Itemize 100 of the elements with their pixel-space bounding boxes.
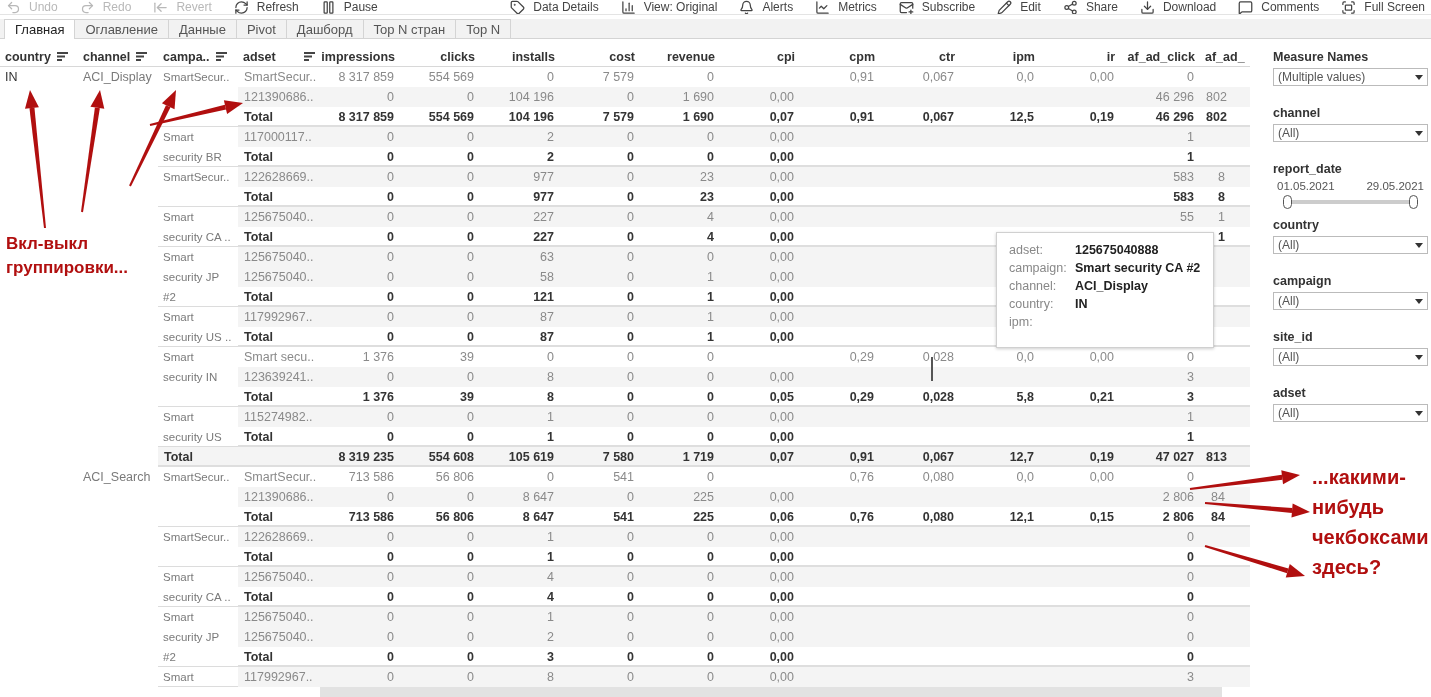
- sheet-tab[interactable]: Данные: [167, 19, 237, 38]
- toolbar-button[interactable]: Subscribe: [898, 0, 976, 14]
- toolbar-button[interactable]: Alerts: [739, 0, 794, 14]
- toolbar-button[interactable]: Comments: [1238, 0, 1320, 14]
- sheet-tab[interactable]: Главная: [4, 19, 76, 39]
- filter-dropdown[interactable]: (All): [1273, 236, 1428, 254]
- toolbar-button[interactable]: Refresh: [233, 0, 299, 14]
- table-cell-text: 1 719: [681, 449, 715, 466]
- table-cell-text: 0,00: [768, 269, 795, 286]
- table-cell-text: 0: [706, 569, 715, 586]
- toolbar-button[interactable]: Data Details: [510, 0, 599, 14]
- table-cell-text: 12,7: [1008, 449, 1035, 466]
- table-cell-text: 0,00: [768, 549, 795, 566]
- table-cell-text: 0: [466, 189, 475, 206]
- table-cell-text: 0,21: [1088, 389, 1115, 406]
- column-header-text: country: [5, 49, 51, 64]
- table-cell-text: 802: [1205, 109, 1228, 126]
- table-cell-text: 0,91: [848, 109, 875, 126]
- table-cell-text: 0: [386, 249, 395, 266]
- filter-dropdown[interactable]: (Multiple values): [1273, 68, 1428, 86]
- toolbar-button[interactable]: Pause: [320, 0, 378, 14]
- table-cell-text: 8: [546, 669, 555, 686]
- tooltip-label: channel:: [1009, 279, 1058, 295]
- filter-dropdown[interactable]: (All): [1273, 404, 1428, 422]
- slider-thumb[interactable]: [1409, 195, 1418, 209]
- table-cell-text: 125675040..: [243, 629, 315, 646]
- table-cell-text: 0,00: [768, 429, 795, 446]
- table-cell-text: 55: [1179, 209, 1195, 226]
- caret-icon: [1415, 410, 1423, 416]
- sort-icon[interactable]: [215, 52, 227, 61]
- sheet-tab[interactable]: Top N стран: [362, 19, 457, 38]
- table-cell-text: 3: [546, 649, 555, 666]
- table-cell-text: 0: [626, 569, 635, 586]
- slider-thumb[interactable]: [1283, 195, 1292, 209]
- filter-label: site_id: [1273, 329, 1314, 345]
- table-cell-text: 0,00: [768, 489, 795, 506]
- table-cell-text: 84: [1210, 509, 1226, 526]
- line-chart-icon: [815, 0, 831, 14]
- table-cell-text: 1 690: [681, 109, 715, 126]
- table-cell-text: 0: [626, 269, 635, 286]
- toolbar-button[interactable]: Metrics: [815, 0, 877, 14]
- table-cell-text: 0: [466, 589, 475, 606]
- table-cell-text: 0: [466, 569, 475, 586]
- toolbar-button[interactable]: Edit: [997, 0, 1041, 14]
- table-cell-text: 8 647: [521, 489, 555, 506]
- table-cell-text: 0: [466, 89, 475, 106]
- table-cell-text: 0: [1186, 609, 1195, 626]
- toolbar-button[interactable]: Share: [1062, 0, 1118, 14]
- table-cell-text: 713 586: [347, 509, 395, 526]
- filter-label: Measure Names: [1273, 49, 1370, 65]
- sort-icon[interactable]: [56, 52, 68, 61]
- sheet-tab[interactable]: Дашборд: [285, 19, 364, 38]
- filter-dropdown[interactable]: (All): [1273, 124, 1428, 142]
- table-cell-text: Total: [243, 429, 274, 446]
- table-cell-text: 0,067: [921, 109, 955, 126]
- table-cell-text: 0,00: [768, 249, 795, 266]
- table-cell-text: 0: [386, 409, 395, 426]
- table-cell-text: 0: [466, 229, 475, 246]
- horizontal-scrollbar[interactable]: [320, 687, 1222, 697]
- column-header: ir: [1040, 47, 1120, 67]
- table-cell-text: 0: [706, 609, 715, 626]
- table-cell-text: 0,07: [768, 109, 795, 126]
- filter-dropdown[interactable]: (All): [1273, 292, 1428, 310]
- table-cell-text: 0: [466, 149, 475, 166]
- table-cell-text: 977: [532, 189, 555, 206]
- table-cell-text: 0: [626, 429, 635, 446]
- toolbar-button[interactable]: Full Screen: [1341, 0, 1425, 14]
- table-cell-text: 0: [386, 629, 395, 646]
- caret-icon: [1415, 130, 1423, 136]
- table-cell-text: 0: [466, 329, 475, 346]
- toolbar-button[interactable]: Download: [1139, 0, 1217, 14]
- sort-icon[interactable]: [304, 52, 315, 61]
- filter-label: channel: [1273, 105, 1322, 121]
- sheet-tab[interactable]: Top N: [455, 19, 512, 38]
- table-cell-text: 1: [1186, 429, 1195, 446]
- table-cell-text: 39: [459, 349, 475, 366]
- table-cell-text: 0,0: [1015, 469, 1035, 486]
- annotation-text: Вкл-выкл группировки...: [6, 233, 130, 279]
- column-header-text: adset: [243, 49, 276, 64]
- table-cell-text: 12,1: [1008, 509, 1035, 526]
- table-cell-text: 977: [532, 169, 555, 186]
- table-cell-text: 0,00: [768, 209, 795, 226]
- table-cell-text: 0,00: [768, 89, 795, 106]
- table-cell-text: 0: [626, 349, 635, 366]
- sort-icon[interactable]: [136, 52, 148, 61]
- bell-icon: [739, 0, 755, 14]
- table-cell-text: Total: [243, 549, 274, 566]
- table-cell-text: 227: [532, 229, 555, 246]
- toolbar-button[interactable]: View: Original: [620, 0, 718, 14]
- table-cell-text: 0: [626, 669, 635, 686]
- table-cell-text: 0: [626, 189, 635, 206]
- table-cell-text: 0: [626, 249, 635, 266]
- table-cell-text: Smart secu..: [243, 349, 316, 366]
- table-cell-text: 0: [386, 609, 395, 626]
- table-cell-text: 813: [1205, 449, 1228, 466]
- table-cell-text: 2 806: [1161, 509, 1195, 526]
- table-cell-text: SmartSecur..: [243, 69, 318, 86]
- table-cell-text: 0,00: [768, 609, 795, 626]
- filter-dropdown[interactable]: (All): [1273, 348, 1428, 366]
- table-cell-text: Total: [243, 229, 274, 246]
